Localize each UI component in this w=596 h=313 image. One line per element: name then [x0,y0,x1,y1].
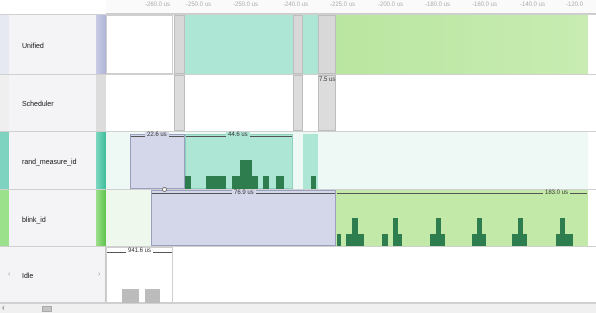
connector-dot [162,187,167,192]
idle-bar [145,289,160,303]
activity-bar [185,176,191,189]
duration-label-scheduler: 7.5 us [319,77,336,83]
track-label-blink-id: blink_id [22,217,46,224]
segment-block[interactable] [106,247,173,303]
ruler-tick-label: -140.0 us [520,2,546,8]
track-color-strip [0,15,9,74]
activity-bar [358,234,364,246]
horizontal-scrollbar[interactable]: ‹ [0,303,596,313]
activity-bar [252,176,258,189]
activity-bar [565,234,573,246]
track-color-strip [0,190,9,246]
ruler-tick-label: -225.0 us [330,2,356,8]
timeline-view: -260.0 us -250.0 us -250.0 us -240.0 us … [0,0,596,313]
ruler-tick-label: -260.0 us [145,2,171,8]
track-label-scheduler: Scheduler [22,101,54,108]
segment-block[interactable] [293,75,303,131]
track-color-strip [0,132,9,189]
ruler-tick-label: -250.0 us [186,2,212,8]
activity-bar [311,176,316,189]
collapse-left-icon[interactable]: ‹ [8,271,10,278]
segment-block[interactable] [174,75,185,131]
row-background [106,190,151,246]
track-gutter [96,15,106,74]
activity-bar [441,234,445,246]
track-label-rand-measure-id: rand_measure_id [22,159,77,166]
activity-bar [337,234,341,246]
ruler-tick-label: -200.0 us [378,2,404,8]
segment-block[interactable] [336,190,588,246]
segment-block[interactable] [106,75,173,131]
scrollbar-thumb[interactable] [42,306,52,312]
ruler-tick-label: -120.0 [566,2,584,8]
activity-bar [276,176,284,189]
activity-bar [263,176,269,189]
time-ruler[interactable]: -260.0 us -250.0 us -250.0 us -240.0 us … [0,0,596,14]
track-color-strip [0,75,9,131]
track-gutter [96,190,106,246]
activity-bar [382,234,388,246]
track-gutter [96,132,106,189]
activity-bar [398,234,402,246]
segment-block[interactable] [185,15,293,74]
activity-bar [232,176,240,189]
segment-block[interactable] [293,15,303,74]
ruler-tick-label: -180.0 us [425,2,451,8]
segment-block[interactable] [336,15,588,74]
track-gutter [96,75,106,131]
track-label-idle: Idle [22,273,34,280]
scroll-left-arrow-icon[interactable]: ‹ [2,303,5,312]
idle-bar [122,289,139,303]
activity-bar [206,176,226,189]
ruler-tick-label: -160.0 us [472,2,498,8]
ruler-tick-label: -250.0 us [233,2,259,8]
activity-bar [240,160,252,189]
duration-label-blink-a: 76.9 us [232,190,256,197]
segment-block[interactable] [303,15,318,74]
segment-block[interactable] [174,15,185,74]
duration-label-idle: 941.6 us [126,248,154,255]
duration-label-rand-a: 22.6 us [145,132,169,139]
segment-block[interactable] [130,134,185,189]
track-label-unified: Unified [22,43,44,50]
ruler-label-area [0,0,106,14]
activity-bar [523,234,527,246]
track-idle[interactable]: ‹ Idle › [0,246,596,303]
duration-label-blink-b: 183.0 us [543,190,571,197]
segment-block[interactable] [151,190,336,246]
collapse-right-icon[interactable]: › [98,271,100,278]
ruler-tick-label: -240.0 us [283,2,309,8]
duration-label-rand-b: 44.6 us [226,132,250,139]
segment-block[interactable] [318,15,336,74]
segment-block[interactable] [106,15,173,74]
activity-bar [482,234,486,246]
